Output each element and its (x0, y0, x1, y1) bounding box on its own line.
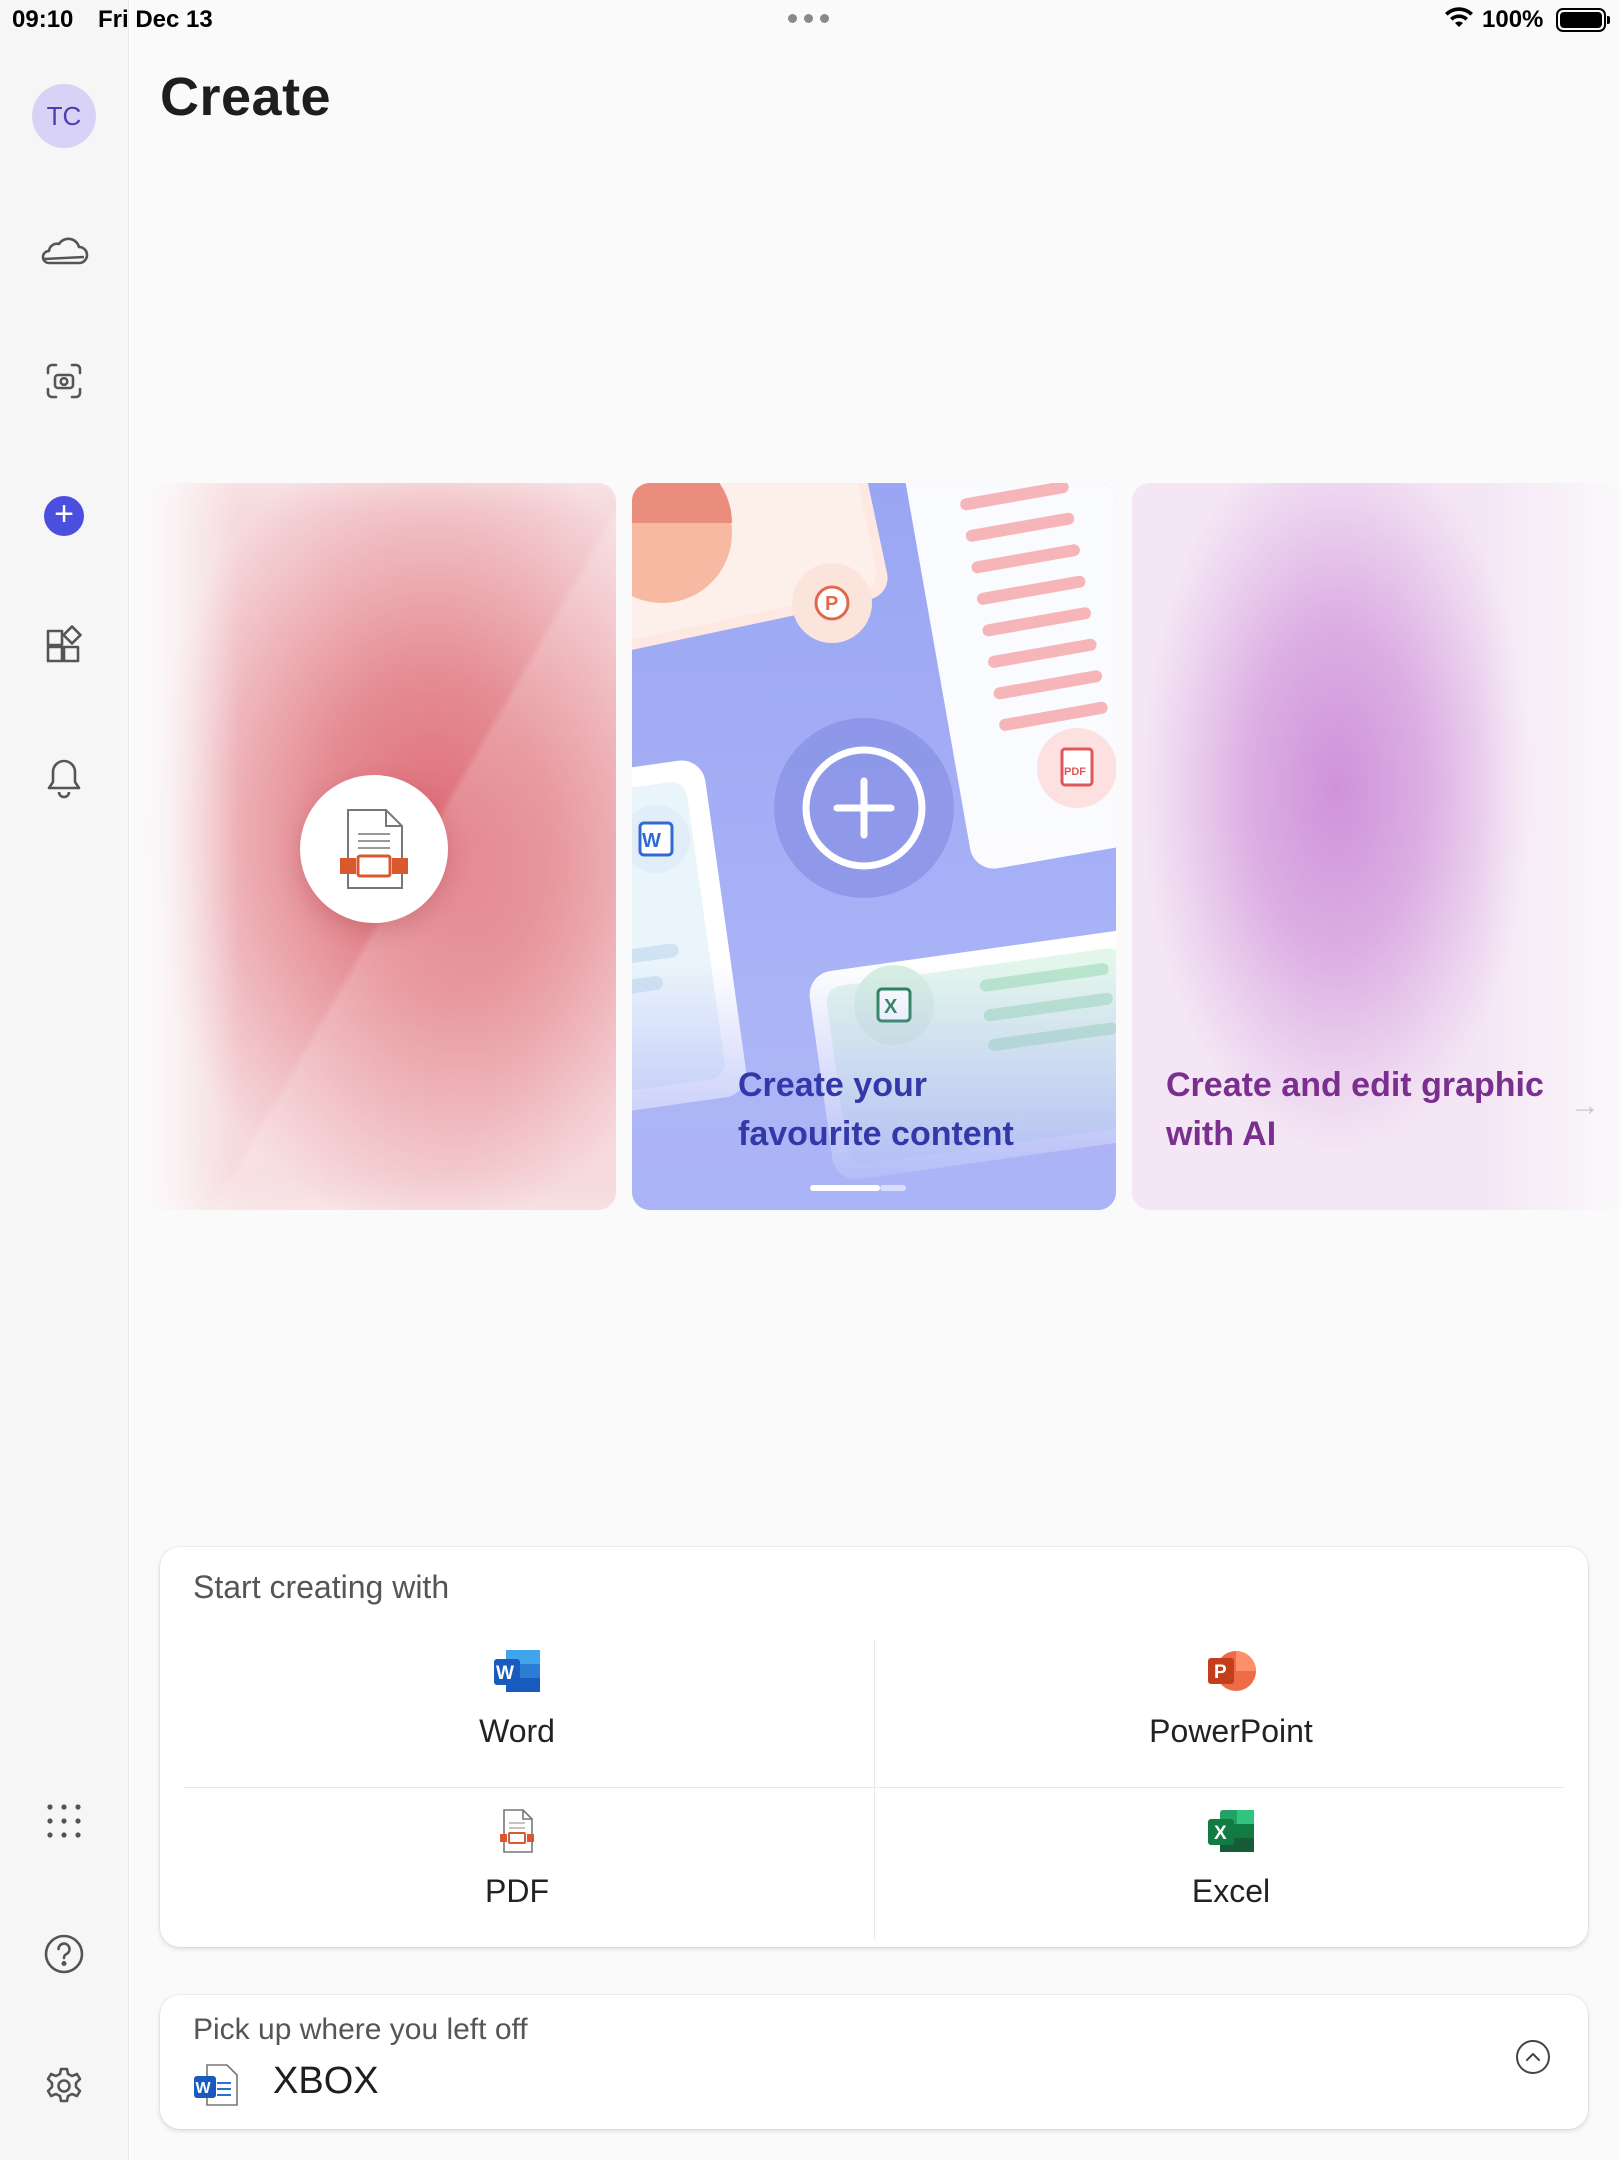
sidebar-item-more[interactable] (29, 1788, 99, 1858)
create-word-label: Word (479, 1713, 555, 1749)
create-excel-label: Excel (1191, 1873, 1271, 1909)
svg-text:W: W (196, 2080, 212, 2097)
help-icon (43, 1933, 85, 1980)
wifi-icon (1444, 7, 1474, 38)
word-icon: W (492, 1648, 542, 1699)
carousel-caption-create: Create your favourite content (738, 1066, 1014, 1153)
apps-grid-icon (44, 624, 84, 670)
svg-text:P: P (825, 593, 838, 615)
pickup-file-name[interactable]: XBOX (273, 2060, 379, 2103)
pickup-panel[interactable]: Pick up where you left off W XBOX (160, 1995, 1588, 2129)
sidebar-item-settings[interactable] (29, 2053, 99, 2123)
create-pdf-label: PDF (485, 1873, 549, 1909)
start-creating-panel: Start creating with W Word P PowerPoint (160, 1547, 1588, 1947)
create-excel-button[interactable]: X Excel (874, 1779, 1588, 1939)
status-time: 09:10 (12, 6, 74, 33)
sidebar-item-apps[interactable] (29, 612, 99, 682)
svg-text:PDF: PDF (1064, 766, 1086, 778)
camera-scan-icon (44, 361, 84, 406)
settings-icon (43, 2065, 85, 2112)
carousel-card-ai-graphic[interactable]: Create and edit graphic with AI → (1132, 483, 1620, 1210)
page-title: Create (160, 67, 332, 127)
carousel-caption-ai: Create and edit graphic with AI (1166, 1066, 1544, 1153)
bell-icon (44, 756, 84, 805)
chevron-up-icon[interactable] (1516, 2040, 1550, 2074)
plus-circle-icon: + (44, 496, 84, 536)
excel-icon: X (1206, 1808, 1256, 1859)
create-word-button[interactable]: W Word (160, 1619, 874, 1779)
battery-percent: 100% (1482, 6, 1544, 33)
create-pdf-button[interactable]: PDF (160, 1779, 874, 1939)
sidebar-item-help[interactable] (29, 1921, 99, 1991)
pdf-icon (497, 1808, 537, 1859)
powerpoint-icon: P (1206, 1648, 1256, 1699)
status-bar: 09:10 Fri Dec 13 100% (0, 0, 1620, 40)
battery-icon (1556, 8, 1610, 32)
pickup-heading: Pick up where you left off (193, 2013, 528, 2046)
carousel-page-indicator[interactable] (810, 1185, 906, 1191)
svg-text:X: X (1214, 1823, 1227, 1844)
arrow-right-icon: → (1570, 1089, 1600, 1122)
cloud-icon (39, 233, 89, 274)
svg-text:W: W (642, 830, 661, 852)
sidebar-item-cloud[interactable] (29, 218, 99, 288)
avatar[interactable]: TC (32, 84, 96, 148)
status-date: Fri Dec 13 (98, 6, 213, 33)
sidebar: TC + (0, 0, 129, 2160)
word-icon: W (193, 2063, 239, 2112)
carousel-card-create[interactable]: P PDF W Create your favourite content (632, 483, 1116, 1210)
sidebar-item-scan[interactable] (29, 348, 99, 418)
sidebar-item-create[interactable]: + (29, 481, 99, 551)
carousel-card-pdf[interactable] (130, 483, 616, 1210)
dots-grid-icon (44, 1801, 84, 1846)
svg-text:P: P (1214, 1662, 1227, 1683)
create-powerpoint-label: PowerPoint (1149, 1713, 1313, 1749)
svg-text:W: W (496, 1663, 514, 1684)
sidebar-item-notifications[interactable] (29, 745, 99, 815)
create-powerpoint-button[interactable]: P PowerPoint (874, 1619, 1588, 1779)
multitasking-dots-icon[interactable] (788, 14, 829, 23)
start-creating-heading: Start creating with (193, 1569, 450, 1605)
pdf-create-icon (300, 775, 448, 923)
